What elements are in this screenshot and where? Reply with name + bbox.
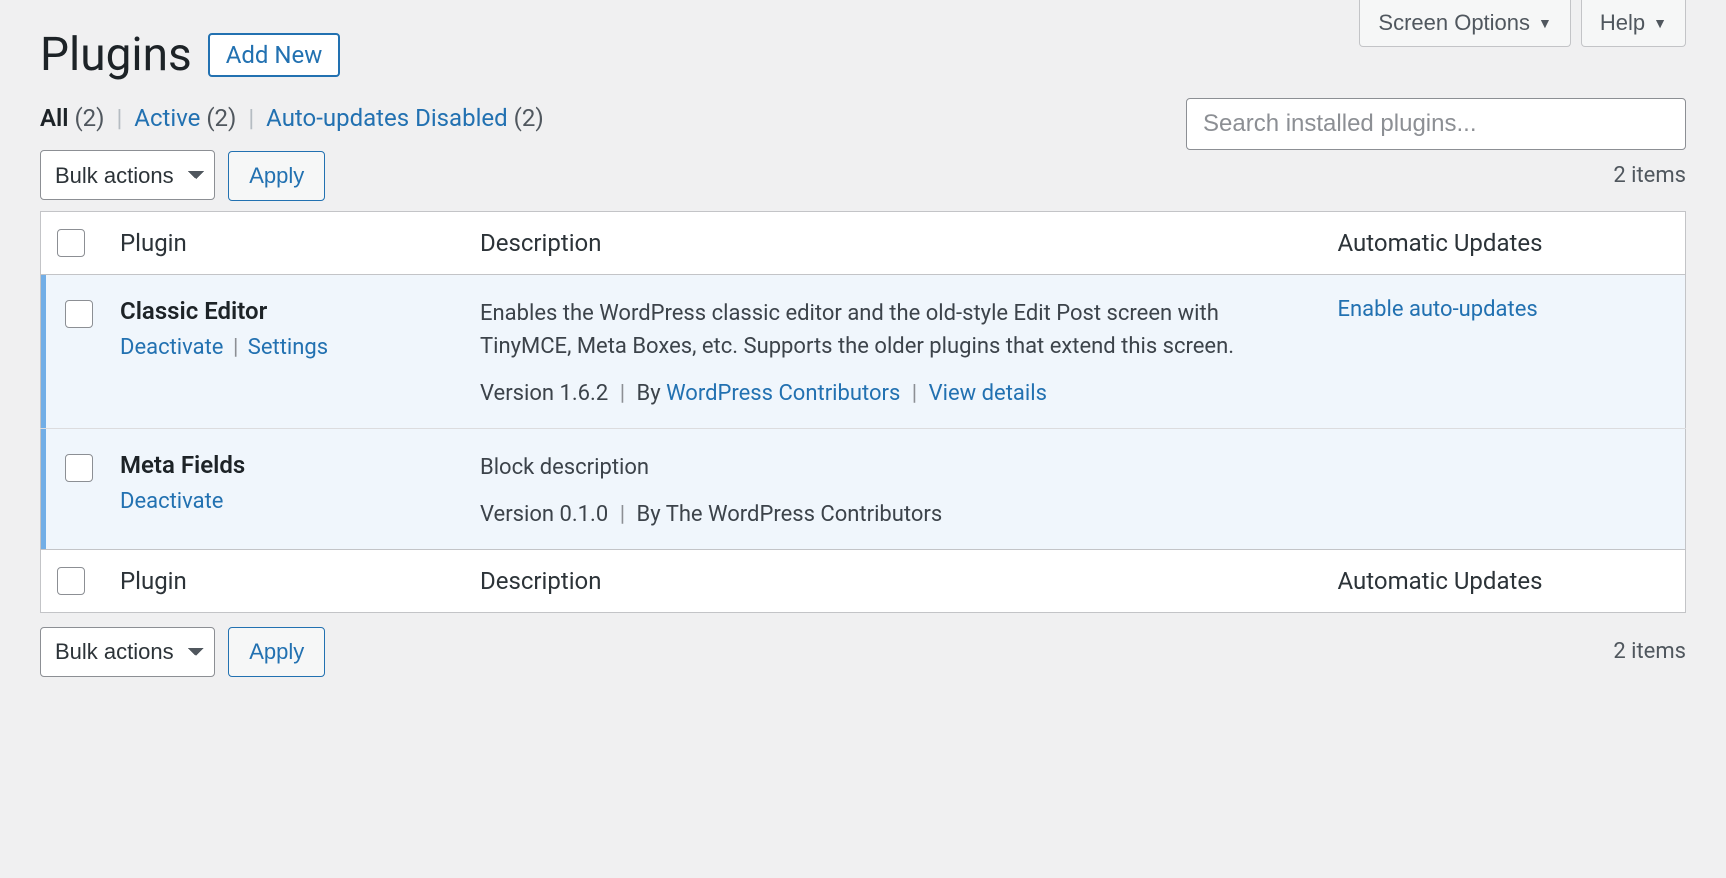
- bulk-actions-select-bottom[interactable]: Bulk actions: [40, 627, 215, 677]
- items-count-bottom: 2 items: [1613, 639, 1686, 664]
- help-button[interactable]: Help ▼: [1581, 0, 1686, 47]
- add-new-button[interactable]: Add New: [208, 33, 341, 77]
- help-label: Help: [1600, 10, 1645, 36]
- col-plugin-header[interactable]: Plugin: [108, 211, 468, 274]
- plugin-version: Version 1.6.2: [480, 381, 608, 406]
- plugin-description: Enables the WordPress classic editor and…: [480, 297, 1314, 363]
- view-details-link[interactable]: View details: [929, 381, 1047, 406]
- filter-all[interactable]: All: [40, 104, 69, 132]
- plugin-author-link[interactable]: WordPress Contributors: [666, 381, 900, 406]
- screen-options-label: Screen Options: [1378, 10, 1530, 36]
- filter-auto-disabled[interactable]: Auto-updates Disabled: [266, 104, 508, 132]
- apply-button-top[interactable]: Apply: [228, 151, 325, 201]
- filter-auto-disabled-count: (2): [514, 104, 544, 132]
- plugin-author: The WordPress Contributors: [666, 502, 943, 527]
- chevron-down-icon: ▼: [1538, 15, 1552, 31]
- row-checkbox[interactable]: [65, 300, 93, 328]
- table-row: Meta Fields Deactivate Block description…: [41, 428, 1686, 549]
- row-checkbox[interactable]: [65, 454, 93, 482]
- search-input[interactable]: [1186, 98, 1686, 150]
- col-auto-footer[interactable]: Automatic Updates: [1326, 549, 1686, 612]
- table-row: Classic Editor Deactivate | Settings Ena…: [41, 274, 1686, 428]
- plugin-name: Classic Editor: [120, 297, 456, 325]
- plugin-description: Block description: [480, 451, 1314, 484]
- bulk-actions-select-top[interactable]: Bulk actions: [40, 150, 215, 200]
- items-count-top: 2 items: [1613, 163, 1686, 188]
- col-description-footer[interactable]: Description: [468, 549, 1326, 612]
- page-title: Plugins: [40, 0, 192, 82]
- screen-options-button[interactable]: Screen Options ▼: [1359, 0, 1571, 47]
- col-plugin-footer[interactable]: Plugin: [108, 549, 468, 612]
- filter-active[interactable]: Active: [134, 104, 200, 132]
- filter-all-count: (2): [74, 104, 104, 132]
- filter-active-count: (2): [206, 104, 236, 132]
- apply-button-bottom[interactable]: Apply: [228, 627, 325, 677]
- by-label: By: [637, 381, 661, 406]
- select-all-top[interactable]: [57, 229, 85, 257]
- plugin-name: Meta Fields: [120, 451, 456, 479]
- col-description-header[interactable]: Description: [468, 211, 1326, 274]
- by-label: By: [637, 502, 661, 527]
- deactivate-link[interactable]: Deactivate: [120, 335, 223, 360]
- settings-link[interactable]: Settings: [248, 335, 328, 360]
- plugins-table: Plugin Description Automatic Updates Cla…: [40, 211, 1686, 613]
- col-auto-header[interactable]: Automatic Updates: [1326, 211, 1686, 274]
- chevron-down-icon: ▼: [1653, 15, 1667, 31]
- select-all-bottom[interactable]: [57, 567, 85, 595]
- enable-auto-updates-link[interactable]: Enable auto-updates: [1338, 297, 1538, 322]
- deactivate-link[interactable]: Deactivate: [120, 489, 223, 514]
- plugin-version: Version 0.1.0: [480, 502, 608, 527]
